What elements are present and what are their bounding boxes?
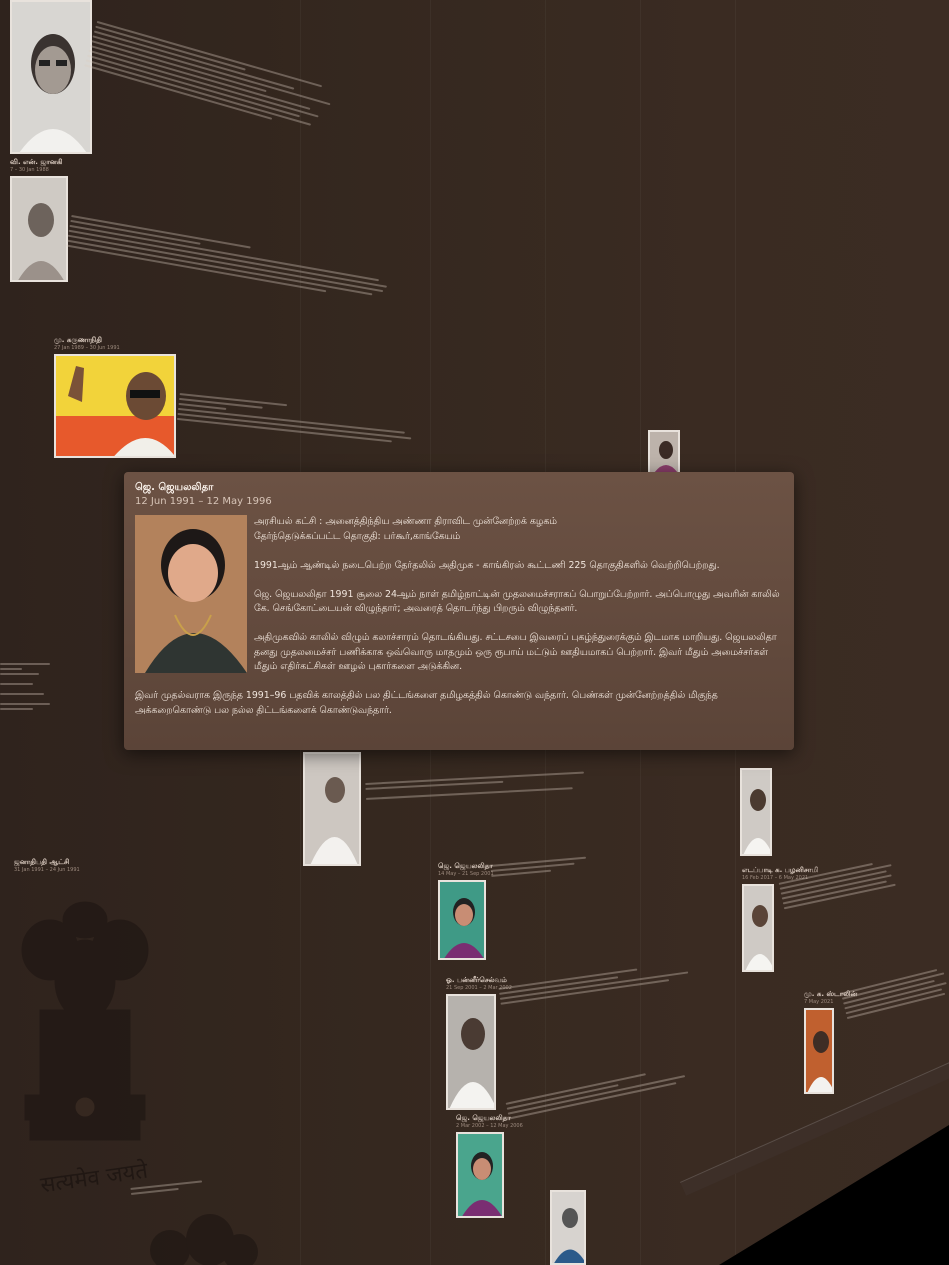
entry-dates: 14 May – 21 Sep 2001 bbox=[438, 871, 494, 877]
portrait-thumbnail[interactable] bbox=[303, 752, 361, 866]
timeline-entry[interactable]: வி. என். ஜானகி 7 – 30 Jan 1988 bbox=[10, 158, 68, 282]
popup-body: அரசியல் கட்சி : அனைத்திந்திய அண்ணா திராவ… bbox=[135, 515, 783, 718]
portrait-thumbnail[interactable] bbox=[742, 884, 774, 972]
portrait-thumbnail[interactable] bbox=[438, 880, 486, 960]
entry-dates: 7 – 30 Jan 1988 bbox=[10, 167, 49, 173]
entry-name: ஜெ. ஜெயலலிதா bbox=[438, 862, 493, 870]
national-emblem-icon bbox=[150, 1214, 258, 1265]
timeline-canvas[interactable]: வி. என். ஜானகி 7 – 30 Jan 1988 மு. கருணா… bbox=[0, 0, 949, 1265]
timeline-entry[interactable] bbox=[10, 0, 92, 154]
portrait-thumbnail[interactable] bbox=[550, 1190, 586, 1265]
portrait-thumbnail[interactable] bbox=[10, 0, 92, 154]
entry-dates: 31 Jan 1991 – 24 Jun 1991 bbox=[14, 867, 80, 873]
entry-description bbox=[490, 852, 611, 880]
portrait-thumbnail[interactable] bbox=[740, 768, 772, 856]
portrait-thumbnail[interactable] bbox=[804, 1008, 834, 1094]
popup-paragraph: இவர் முதல்வராக இருந்த 1991–96 பதவிக் கால… bbox=[135, 690, 718, 716]
entry-description bbox=[65, 212, 397, 307]
entry-description bbox=[0, 660, 55, 713]
canvas-edge bbox=[719, 1125, 949, 1265]
entry-dates: 2 Mar 2002 – 12 May 2006 bbox=[456, 1123, 523, 1129]
timeline-entry[interactable]: ஜெ. ஜெயலலிதா 2 Mar 2002 – 12 May 2006 bbox=[456, 1114, 523, 1218]
entry-description bbox=[83, 18, 348, 141]
popup-name: ஜெ. ஜெயலலிதா bbox=[135, 482, 214, 493]
portrait-thumbnail[interactable] bbox=[648, 430, 680, 474]
entry-name: மு. கருணாநிதி bbox=[54, 336, 102, 344]
popup-dates: 12 Jun 1991 – 12 May 1996 bbox=[135, 496, 272, 507]
entry-description bbox=[505, 1060, 696, 1122]
entry-description bbox=[778, 855, 902, 912]
entry-description bbox=[176, 390, 419, 448]
entry-description bbox=[840, 963, 949, 1022]
portrait-thumbnail[interactable] bbox=[456, 1132, 504, 1218]
timeline-entry[interactable] bbox=[550, 1190, 586, 1265]
timeline-entry[interactable]: மு. கருணாநிதி 27 Jan 1989 – 30 Jun 1991 bbox=[54, 336, 176, 458]
timeline-entry[interactable]: ஜனாதிபதி ஆட்சி 31 Jan 1991 – 24 Jun 1991 bbox=[14, 858, 80, 876]
entry-detail-popup[interactable]: ஜெ. ஜெயலலிதா 12 Jun 1991 – 12 May 1996 அ… bbox=[124, 472, 794, 750]
entry-description bbox=[498, 957, 699, 1008]
portrait-thumbnail[interactable] bbox=[54, 354, 176, 458]
portrait-thumbnail[interactable] bbox=[10, 176, 68, 282]
timeline-entry[interactable] bbox=[303, 752, 361, 866]
portrait-photo bbox=[135, 515, 247, 673]
entry-description bbox=[365, 768, 596, 803]
timeline-entry[interactable]: ஜெ. ஜெயலலிதா 14 May – 21 Sep 2001 bbox=[438, 862, 494, 960]
portrait-thumbnail[interactable] bbox=[446, 994, 496, 1110]
entry-name: ஜனாதிபதி ஆட்சி bbox=[14, 858, 70, 866]
timeline-entry[interactable] bbox=[648, 430, 680, 474]
timeline-entry[interactable] bbox=[740, 768, 772, 856]
entry-name: வி. என். ஜானகி bbox=[10, 158, 63, 166]
entry-dates: 27 Jan 1989 – 30 Jun 1991 bbox=[54, 345, 120, 351]
